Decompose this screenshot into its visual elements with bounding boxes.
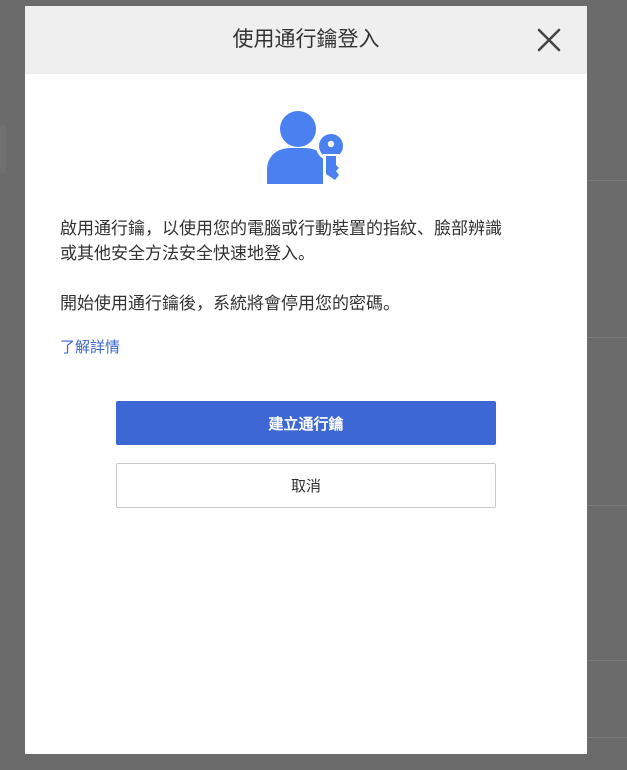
close-button[interactable]	[535, 26, 563, 54]
passkey-dialog: 使用通行鑰登入 啟用通行鑰，以使用您的電腦或行動裝置的指紋、臉部辨識 或其他安全…	[25, 6, 587, 754]
close-icon	[537, 28, 561, 52]
create-passkey-button[interactable]: 建立通行鑰	[116, 401, 496, 445]
background-page-left-tab	[0, 125, 6, 173]
background-divider	[587, 337, 627, 338]
background-divider	[587, 660, 627, 661]
dialog-header: 使用通行鑰登入	[25, 6, 587, 74]
password-disable-note: 開始使用通行鑰後，系統將會停用您的密碼。	[60, 294, 400, 314]
cancel-button[interactable]: 取消	[116, 463, 496, 508]
background-divider	[587, 737, 627, 738]
user-key-icon	[267, 111, 346, 184]
description: 啟用通行鑰，以使用您的電腦或行動裝置的指紋、臉部辨識 或其他安全方法安全快速地登…	[60, 217, 560, 267]
learn-more-link[interactable]: 了解詳情	[60, 336, 120, 357]
dialog-title: 使用通行鑰登入	[232, 27, 380, 51]
description-line: 或其他安全方法安全快速地登入。	[60, 244, 315, 264]
background-divider	[587, 180, 627, 181]
description-line: 啟用通行鑰，以使用您的電腦或行動裝置的指紋、臉部辨識	[60, 219, 502, 239]
background-divider	[587, 505, 627, 506]
